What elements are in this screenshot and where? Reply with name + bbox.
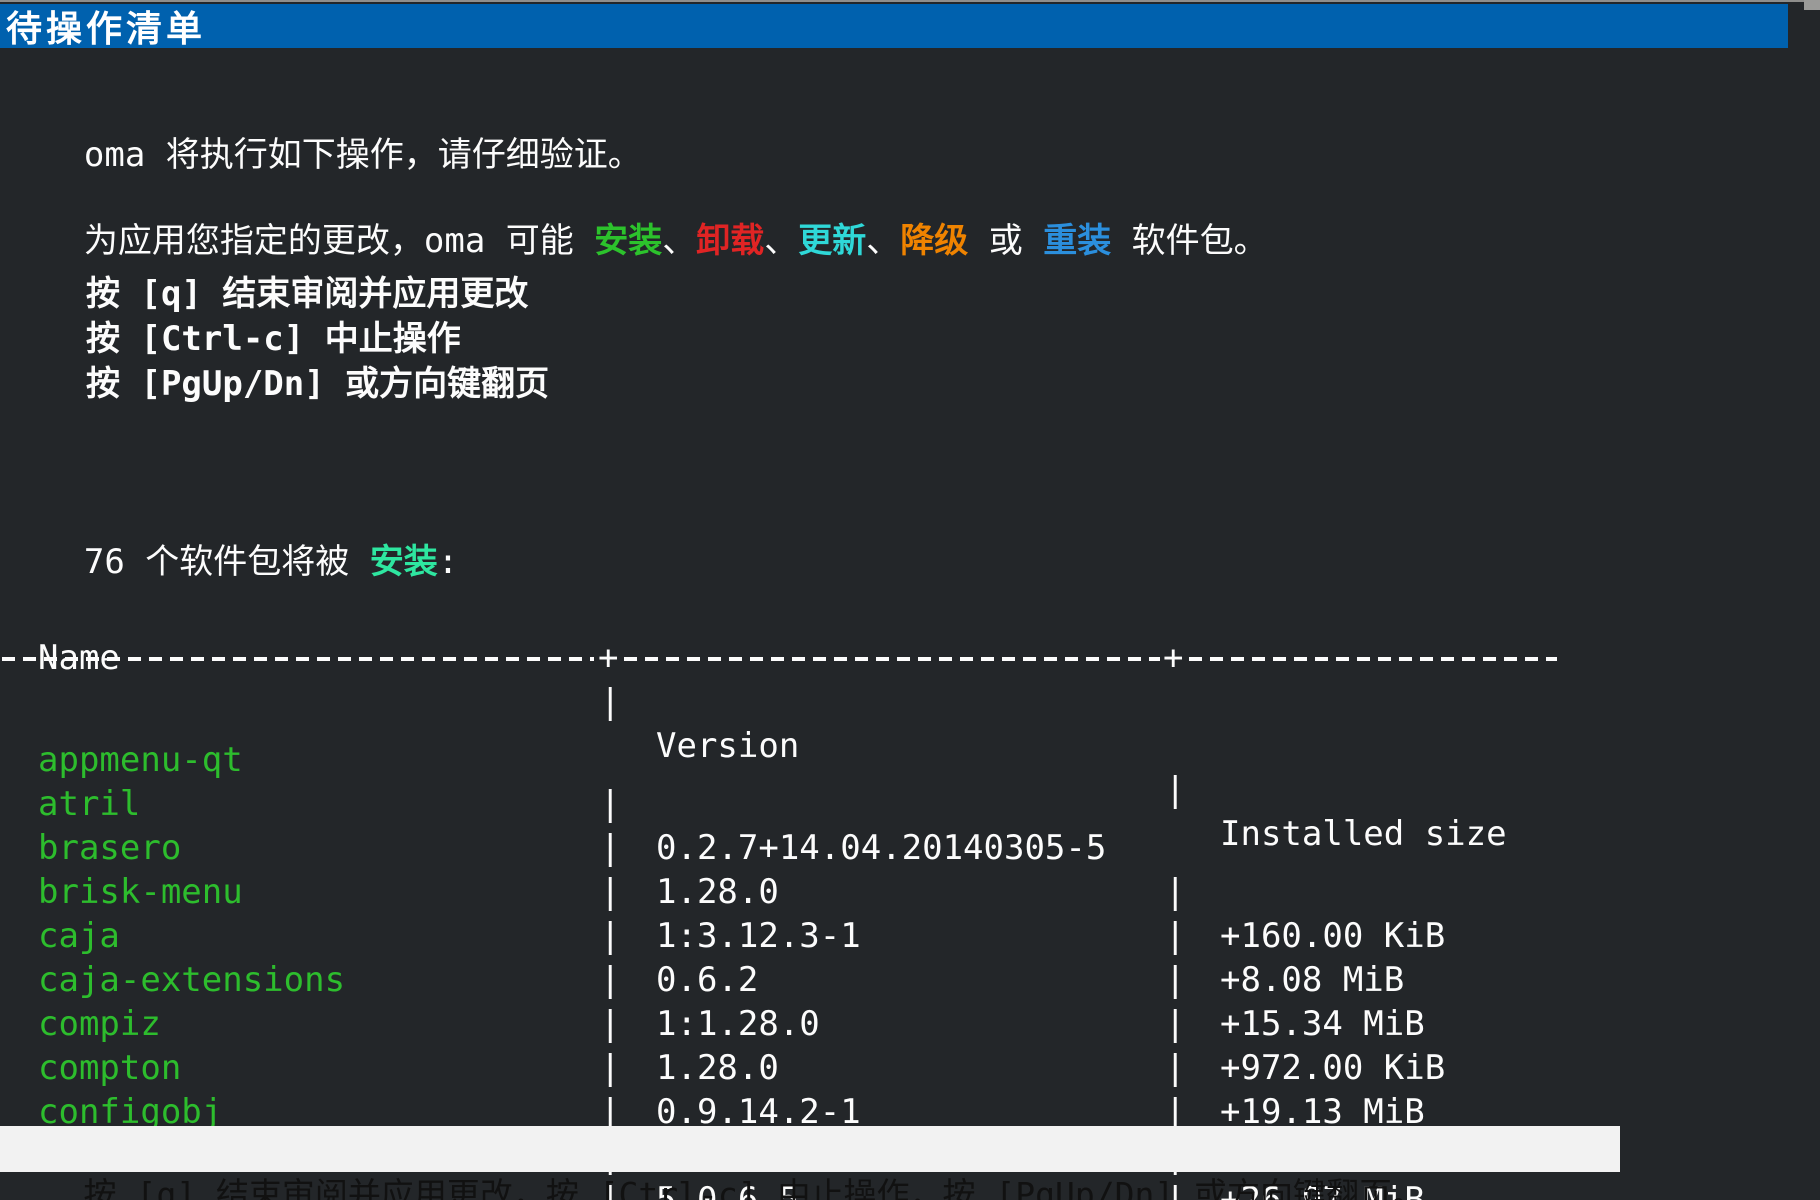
separator-cross: + [598,636,618,680]
hotkey-quit-line: 按 [q] 结束审阅并应用更改 [0,272,1800,317]
actions-suffix: 软件包。 [1111,221,1267,261]
hotkey-page-line: 按 [PgUp/Dn] 或方向键翻页 [0,362,1800,407]
window-corner-fragment [1804,0,1820,10]
title-bar: 待操作清单 [0,4,1788,48]
window-top-edge [0,0,1820,2]
table-row: caja | 1:1.28.0 | +19.13 MiB [0,870,1820,914]
table-separator-row: + + [0,636,1820,680]
intro-text: oma 将执行如下操作，请仔细验证。 [0,88,1800,133]
action-upgrade-word: 更新 [798,221,866,261]
count-install-word: 安装 [370,542,438,582]
table-row: compton | 1:0 | +20.00 KiB [0,1002,1820,1046]
table-row: atril | 1.28.0 | +8.08 MiB [0,738,1820,782]
action-remove-word: 卸载 [696,221,764,261]
action-downgrade-word: 降级 [900,221,968,261]
hotkey-abort-line: 按 [Ctrl-c] 中止操作 [0,317,1800,362]
table-row: appmenu-qt | 0.2.7+14.04.20140305-5 | +1… [0,694,1820,738]
separator-dashes [2,657,594,661]
action-reinstall-word: 重装 [1043,221,1111,261]
actions-prefix: 为应用您指定的更改，oma 可能 [84,221,594,261]
separator-dashes [1189,657,1557,661]
table-header-row: Name | Version | Installed size [0,592,1820,636]
action-install-word: 安装 [594,221,662,261]
table-row: brisk-menu | 0.6.2 | +972.00 KiB [0,826,1820,870]
table-row: caja-extensions | 1.28.0 | +2.88 MiB [0,914,1820,958]
table-row: brasero | 1:3.12.3-1 | +15.34 MiB [0,782,1820,826]
count-prefix: 76 个软件包将被 [84,542,370,582]
separator-cross: + [1163,636,1183,680]
table-row: configobj | 5.0.6-5 | +812.00 KiB [0,1046,1820,1090]
count-suffix: : [438,542,458,582]
separator-dashes [624,657,1160,661]
page-title: 待操作清单 [6,0,206,52]
terminal-screen: 待操作清单 oma 将执行如下操作，请仔细验证。 为应用您指定的更改，oma 可… [0,0,1820,1200]
possible-actions-text: 为应用您指定的更改，oma 可能 安装、卸载、更新、降级 或 重装 软件包。 [0,174,1800,219]
install-count-line: 76 个软件包将被 安装: [0,495,1800,540]
table-row: compiz | 0.9.14.2-1 | +26.97 MiB [0,958,1820,1002]
status-bar-text: 按 [q] 结束审阅并应用更改，按 [Ctrl-c] 中止操作，按 [PgUp/… [83,1175,1425,1200]
status-bar: 按 [q] 结束审阅并应用更改，按 [Ctrl-c] 中止操作，按 [PgUp/… [0,1126,1620,1172]
